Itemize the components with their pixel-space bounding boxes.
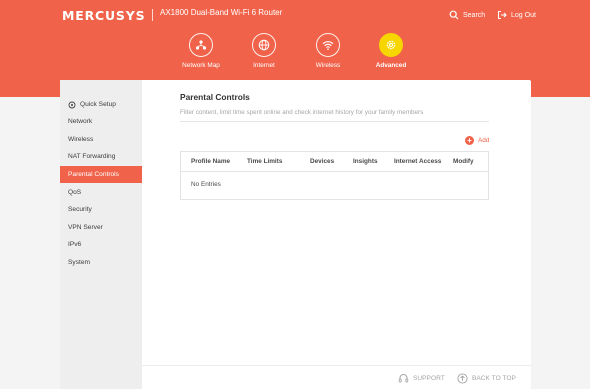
add-button[interactable]: + Add <box>465 136 489 145</box>
title-divider <box>180 121 489 122</box>
sidebar-item-label: Parental Controls <box>68 171 119 178</box>
support-label: SUPPORT <box>413 375 445 382</box>
column-header: Insights <box>353 158 378 165</box>
nav-label: Advanced <box>375 62 407 69</box>
nav-label: Internet <box>253 62 275 69</box>
search-label: Search <box>463 11 486 19</box>
back-to-top-label: BACK TO TOP <box>472 375 516 382</box>
page-title: Parental Controls <box>180 92 250 102</box>
sidebar-item-label: System <box>68 259 90 266</box>
sidebar-item-label: NAT Forwarding <box>68 153 116 160</box>
nav-internet[interactable]: Internet <box>234 33 294 69</box>
sidebar-item-label: IPv6 <box>68 241 82 248</box>
add-label: Add <box>478 137 490 144</box>
nav-network-map[interactable]: Network Map <box>171 33 231 69</box>
sidebar-item-security[interactable]: Security <box>60 201 142 218</box>
brand-logo: MERCUSYS <box>62 8 146 23</box>
gear-icon <box>379 33 403 57</box>
back-to-top-link[interactable]: BACK TO TOP <box>457 373 516 384</box>
nav-advanced[interactable]: Advanced <box>361 33 421 69</box>
search-button[interactable]: Search <box>449 10 485 20</box>
sidebar-item-label: Wireless <box>68 136 94 143</box>
wifi-icon <box>316 33 340 57</box>
nav-label: Wireless <box>315 62 341 69</box>
logout-button[interactable]: Log Out <box>497 10 536 20</box>
logout-label: Log Out <box>511 11 536 19</box>
search-icon <box>449 10 459 20</box>
sidebar-item-label: Security <box>68 206 92 213</box>
sidebar-item-vpn-server[interactable]: VPN Server <box>60 219 142 236</box>
sidebar: Quick Setup Network Wireless NAT Forward… <box>60 80 142 389</box>
network-map-icon <box>189 33 213 57</box>
sidebar-item-label: VPN Server <box>68 224 103 231</box>
sidebar-item-qos[interactable]: QoS <box>60 184 142 201</box>
model-name: AX1800 Dual-Band Wi-Fi 6 Router <box>160 8 283 17</box>
sidebar-item-parental-controls[interactable]: Parental Controls <box>60 166 142 183</box>
sidebar-item-label: Network <box>68 118 93 125</box>
table-header: Profile Name Time Limits Devices Insight… <box>181 152 488 172</box>
sidebar-item-system[interactable]: System <box>60 254 142 271</box>
footer-divider <box>142 365 531 366</box>
page-description: Filter content, limit time spent online … <box>180 109 424 116</box>
sidebar-item-quick-setup[interactable]: Quick Setup <box>60 96 142 113</box>
column-header: Time Limits <box>247 158 283 165</box>
empty-table-message: No Entries <box>191 181 221 188</box>
logo-divider <box>152 9 153 21</box>
column-header: Modify <box>453 158 474 165</box>
nav-wireless[interactable]: Wireless <box>298 33 358 69</box>
support-link[interactable]: SUPPORT <box>398 373 445 384</box>
profiles-table: Profile Name Time Limits Devices Insight… <box>180 151 489 200</box>
sidebar-item-label: QoS <box>68 189 82 196</box>
headset-icon <box>398 374 409 383</box>
quick-setup-icon <box>68 101 76 108</box>
content-header: Parental Controls Filter content, limit … <box>180 92 490 116</box>
globe-icon <box>252 33 276 57</box>
nav-label: Network Map <box>182 62 220 69</box>
logout-icon <box>497 10 507 20</box>
sidebar-item-label: Quick Setup <box>80 101 116 108</box>
sidebar-item-network[interactable]: Network <box>60 113 142 130</box>
add-icon: + <box>465 136 474 145</box>
sidebar-item-wireless[interactable]: Wireless <box>60 131 142 148</box>
sidebar-item-ipv6[interactable]: IPv6 <box>60 236 142 253</box>
column-header: Profile Name <box>191 158 231 165</box>
column-header: Internet Access <box>394 158 442 165</box>
sidebar-item-nat-forwarding[interactable]: NAT Forwarding <box>60 148 142 165</box>
arrow-up-circle-icon <box>457 373 468 384</box>
column-header: Devices <box>310 158 335 165</box>
